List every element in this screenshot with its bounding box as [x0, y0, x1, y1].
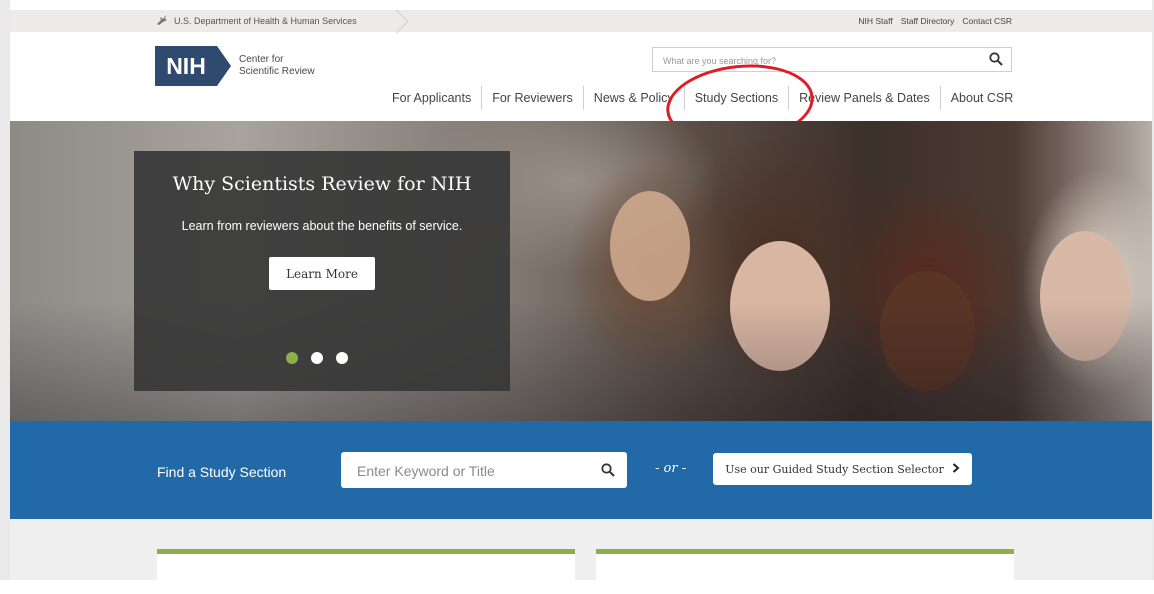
search-icon[interactable]	[601, 463, 615, 477]
nav-news-policy[interactable]: News & Policy	[584, 86, 685, 110]
util-link-nih-staff[interactable]: NIH Staff	[858, 16, 892, 26]
util-link-staff-directory[interactable]: Staff Directory	[901, 16, 955, 26]
utility-bar: U.S. Department of Health & Human Servic…	[10, 9, 1152, 34]
guided-selector-button[interactable]: Use our Guided Study Section Selector	[713, 453, 972, 485]
util-link-contact-csr[interactable]: Contact CSR	[962, 16, 1012, 26]
find-study-section-label: Find a Study Section	[157, 464, 287, 480]
nav-study-sections[interactable]: Study Sections	[685, 86, 790, 110]
nav-for-reviewers[interactable]: For Reviewers	[482, 86, 584, 110]
content-card	[157, 549, 575, 594]
hhs-label: U.S. Department of Health & Human Servic…	[174, 16, 357, 26]
learn-more-button[interactable]: Learn More	[269, 257, 375, 290]
carousel-dot-1[interactable]	[286, 352, 298, 364]
nav-about-csr[interactable]: About CSR	[941, 86, 1014, 110]
nav-for-applicants[interactable]: For Applicants	[392, 86, 483, 110]
hero-banner: Why Scientists Review for NIH Learn from…	[10, 121, 1152, 421]
site-search-input[interactable]	[653, 48, 985, 73]
utility-links: NIH Staff Staff Directory Contact CSR	[858, 10, 1012, 32]
search-icon[interactable]	[989, 52, 1003, 66]
study-section-search	[341, 452, 627, 490]
org-name-line1: Center for	[239, 54, 284, 65]
nih-logo-arrow	[217, 46, 231, 86]
carousel-dot-2[interactable]	[311, 352, 323, 364]
site-search	[652, 47, 1012, 73]
hero-subtitle: Learn from reviewers about the benefits …	[181, 219, 463, 233]
or-separator: - or -	[655, 461, 687, 476]
content-area	[10, 519, 1152, 594]
guided-selector-label: Use our Guided Study Section Selector	[725, 462, 944, 476]
hero-title: Why Scientists Review for NIH	[172, 173, 472, 195]
nih-logo-box: NIH	[155, 46, 217, 86]
study-section-search-input[interactable]	[341, 452, 609, 490]
org-name: Center for Scientific Review	[239, 54, 339, 78]
nih-csr-logo[interactable]: NIH Center for Scientific Review	[155, 46, 339, 86]
hhs-link[interactable]: U.S. Department of Health & Human Servic…	[156, 10, 357, 32]
content-card	[596, 549, 1014, 594]
hhs-chevron-divider	[384, 9, 409, 34]
nav-review-panels-dates[interactable]: Review Panels & Dates	[789, 86, 941, 110]
carousel-dot-3[interactable]	[336, 352, 348, 364]
chevron-right-icon	[952, 462, 960, 476]
hhs-eagle-icon	[156, 14, 168, 28]
find-study-section-band: Find a Study Section - or - Use our Guid…	[10, 421, 1152, 519]
org-name-line2: Scientific Review	[239, 66, 315, 77]
hero-card: Why Scientists Review for NIH Learn from…	[134, 151, 510, 391]
main-nav: For Applicants For Reviewers News & Poli…	[392, 86, 1013, 110]
carousel-dots	[286, 352, 348, 364]
browser-left-gutter	[0, 0, 10, 580]
